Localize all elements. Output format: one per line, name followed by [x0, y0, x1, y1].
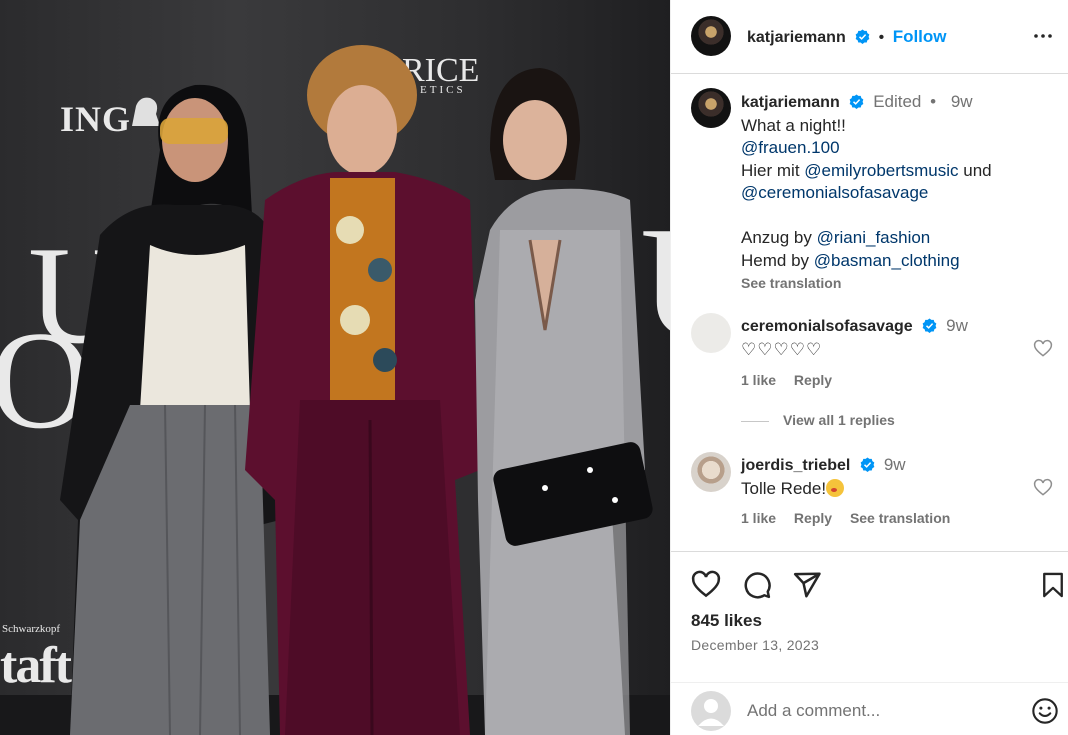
kissing-face-emoji-icon — [826, 478, 845, 497]
share-paper-plane-icon[interactable] — [792, 570, 822, 600]
person-middle — [245, 45, 480, 735]
comment-bubble-icon[interactable] — [742, 570, 772, 600]
comment-see-translation[interactable]: See translation — [850, 510, 950, 526]
comment-likes-count[interactable]: 1 like — [741, 510, 776, 526]
caption-line-6: Hemd by @basman_clothing — [741, 250, 1061, 273]
post-side-panel: katjariemann • Follow katjariemann Edite… — [670, 0, 1068, 735]
separator-dot: • — [878, 29, 885, 46]
caption-text: Anzug by — [741, 228, 817, 247]
commenter-avatar[interactable] — [691, 313, 731, 353]
likes-count[interactable]: 845 likes — [691, 611, 762, 631]
comment-reply-button[interactable]: Reply — [794, 372, 832, 388]
caption-time[interactable]: 9w — [951, 92, 973, 111]
view-replies-button[interactable]: View all 1 replies — [741, 412, 895, 428]
add-comment-bar — [671, 682, 1068, 735]
caption-line-5: Anzug by @riani_fashion — [741, 227, 1061, 250]
header-user-row: katjariemann • Follow — [747, 27, 947, 47]
replies-divider-line — [741, 420, 769, 422]
post-header: katjariemann • Follow — [671, 0, 1068, 74]
caption-username[interactable]: katjariemann — [741, 94, 840, 111]
comment-time[interactable]: 9w — [884, 455, 906, 474]
like-heart-icon[interactable] — [691, 570, 721, 600]
save-bookmark-icon[interactable] — [1039, 570, 1067, 600]
comment-body: joerdis_triebel 9w Tolle Rede! — [741, 454, 1021, 500]
comment-text-row: Tolle Rede! — [741, 478, 1021, 501]
edited-label: Edited — [873, 92, 922, 111]
current-user-avatar[interactable] — [691, 691, 731, 731]
caption-text: und — [958, 160, 992, 180]
person-left — [60, 84, 280, 735]
comment-text: Tolle Rede! — [741, 478, 827, 498]
mention-ceremonialsofasavage[interactable]: @ceremonialsofasavage — [741, 182, 1061, 205]
verified-badge-icon — [860, 457, 875, 472]
comment-actions: 1 like Reply See translation — [741, 510, 964, 526]
post-caption: katjariemann Edited • 9w What a night!! … — [741, 91, 1061, 295]
verified-badge-icon — [855, 29, 870, 44]
comment-time[interactable]: 9w — [946, 316, 968, 335]
mention-riani-fashion[interactable]: @riani_fashion — [817, 228, 931, 247]
mention-frauen100[interactable]: @frauen.100 — [741, 137, 1061, 160]
see-translation-link[interactable]: See translation — [741, 272, 1061, 295]
author-avatar[interactable] — [691, 16, 731, 56]
post-photo[interactable]: UEN OC U ING RICE ETICS Schwarzkopf taft — [0, 0, 670, 735]
mention-basman-clothing[interactable]: @basman_clothing — [814, 251, 960, 270]
view-replies-label: View all 1 replies — [783, 412, 895, 428]
emoji-smiley-icon[interactable] — [1031, 697, 1059, 725]
comment-text: ♡♡♡♡♡ — [741, 339, 823, 359]
comment-like-heart-icon[interactable] — [1033, 339, 1053, 359]
commenter-username[interactable]: ceremonialsofasavage — [741, 318, 913, 335]
comment-likes-count[interactable]: 1 like — [741, 372, 776, 388]
caption-line-1: What a night!! — [741, 115, 846, 135]
more-options-icon[interactable] — [1031, 24, 1055, 48]
comment-like-heart-icon[interactable] — [1033, 478, 1053, 498]
caption-text: Hemd by — [741, 250, 814, 270]
post-date[interactable]: December 13, 2023 — [691, 637, 819, 653]
verified-badge-icon — [923, 318, 937, 333]
comment-actions: 1 like Reply — [741, 372, 846, 388]
commenter-avatar[interactable] — [691, 452, 731, 492]
comment-reply-button[interactable]: Reply — [794, 510, 832, 526]
caption-header: katjariemann Edited • 9w — [741, 91, 1061, 115]
default-user-icon — [698, 699, 724, 726]
people-illustration — [60, 45, 653, 735]
commenter-username[interactable]: joerdis_triebel — [741, 457, 850, 474]
caption-line-3: Hier mit @emilyrobertsmusic und — [741, 160, 1061, 183]
comment-body: ceremonialsofasavage 9w ♡♡♡♡♡ — [741, 315, 1021, 361]
caption-text: Hier mit — [741, 160, 805, 180]
mention-emilyrobertsmusic[interactable]: @emilyrobertsmusic — [804, 161, 958, 180]
verified-badge-icon — [850, 94, 864, 109]
person-right — [475, 68, 653, 735]
comments-thread: katjariemann Edited • 9w What a night!! … — [671, 74, 1068, 552]
caption-author-avatar[interactable] — [691, 88, 731, 128]
add-comment-input[interactable] — [747, 698, 1007, 724]
post-actions: 845 likes December 13, 2023 — [671, 552, 1068, 682]
separator-dot: • — [930, 92, 937, 111]
follow-button[interactable]: Follow — [893, 27, 947, 46]
author-username[interactable]: katjariemann — [747, 29, 846, 46]
